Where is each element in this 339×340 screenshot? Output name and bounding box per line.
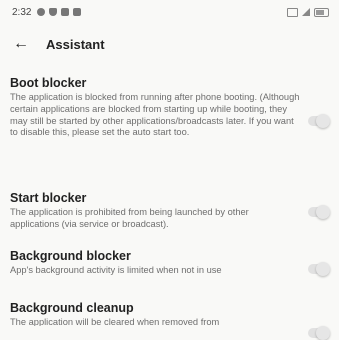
setting-description: App's background activity is limited whe…	[10, 265, 222, 275]
setting-background-blocker[interactable]: Background blocker App's background acti…	[10, 249, 330, 277]
toggle-thumb	[316, 262, 330, 276]
setting-title: Background cleanup	[10, 301, 134, 315]
sim-icon	[73, 8, 82, 16]
app-bar: ← Assistant	[0, 30, 339, 58]
settings-gear-icon	[37, 8, 46, 16]
setting-title: Start blocker	[10, 191, 87, 205]
toggle-thumb	[316, 114, 330, 128]
background-cleanup-toggle[interactable]	[308, 326, 330, 340]
setting-description: The application is prohibited from being…	[10, 207, 249, 229]
status-bar: 2:32	[0, 0, 339, 24]
setting-background-cleanup[interactable]: Background cleanup The application will …	[10, 301, 330, 340]
setting-description: The application will be cleared when rem…	[10, 317, 220, 326]
signal-icon	[302, 8, 310, 16]
notification-icon	[61, 8, 70, 16]
battery-icon	[314, 7, 329, 17]
back-arrow-icon[interactable]: ←	[10, 33, 32, 55]
setting-title: Background blocker	[10, 249, 131, 263]
start-blocker-toggle[interactable]	[308, 205, 330, 219]
toggle-thumb	[316, 205, 330, 219]
shield-icon	[49, 8, 58, 16]
page-title: Assistant	[46, 36, 105, 52]
setting-description: The application is blocked from running …	[10, 92, 300, 138]
boot-blocker-toggle[interactable]	[308, 114, 330, 128]
cast-icon	[287, 7, 298, 17]
setting-start-blocker[interactable]: Start blocker The application is prohibi…	[10, 191, 330, 231]
toggle-thumb	[316, 326, 330, 340]
background-blocker-toggle[interactable]	[308, 262, 330, 276]
setting-title: Boot blocker	[10, 76, 87, 90]
status-right	[287, 7, 329, 17]
setting-boot-blocker[interactable]: Boot blocker The application is blocked …	[10, 76, 330, 139]
status-left: 2:32	[12, 6, 82, 18]
status-time: 2:32	[12, 6, 32, 18]
